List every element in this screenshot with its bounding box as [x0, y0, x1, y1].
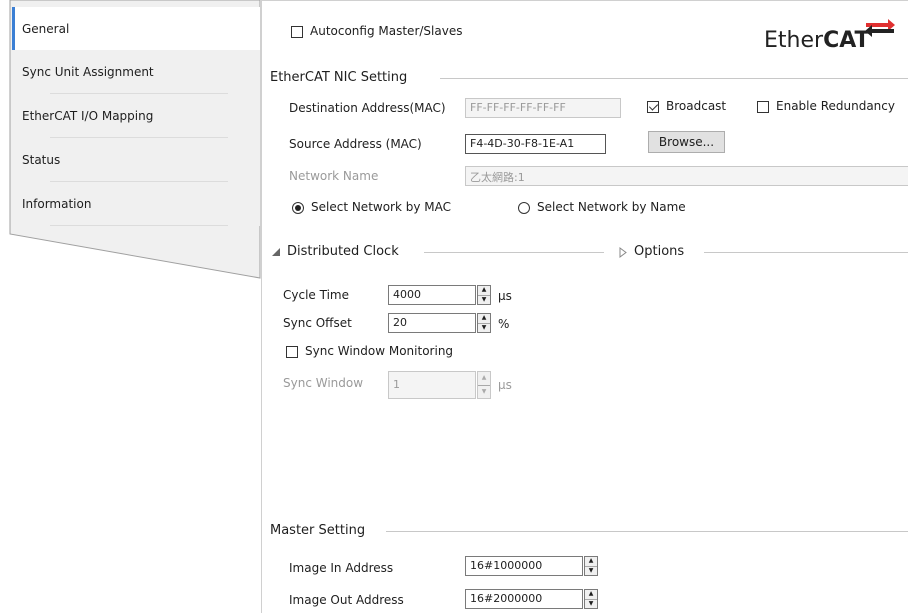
network-name-label: Network Name — [289, 169, 379, 183]
spin-up-icon[interactable]: ▲ — [585, 590, 597, 599]
logo-text-bold: CAT — [823, 28, 870, 53]
sync-offset-label: Sync Offset — [283, 316, 352, 330]
destination-address-label: Destination Address(MAC) — [289, 101, 446, 115]
tab-information[interactable]: Information — [12, 182, 260, 226]
tab-general-label: General — [22, 22, 70, 36]
dc-section-rule — [424, 252, 604, 253]
cycle-time-input[interactable]: 4000 — [388, 285, 476, 305]
tab-panel: General Sync Unit Assignment EtherCAT I/… — [0, 0, 261, 279]
source-address-field[interactable]: F4-4D-30-F8-1E-A1 — [465, 134, 606, 154]
spin-up-icon[interactable]: ▲ — [585, 557, 597, 566]
tab-status[interactable]: Status — [12, 138, 260, 182]
master-section-rule — [386, 531, 908, 532]
autoconfig-checkbox[interactable] — [291, 26, 303, 38]
network-name-field[interactable]: 乙太網路:1 — [465, 166, 908, 186]
enable-redundancy-label: Enable Redundancy — [776, 99, 895, 113]
tab-divider — [50, 225, 228, 226]
cycle-time-spinner[interactable]: ▲ ▼ — [477, 285, 491, 305]
master-section-title: Master Setting — [270, 523, 366, 538]
spin-down-icon[interactable]: ▼ — [478, 384, 490, 399]
sync-offset-input[interactable]: 20 — [388, 313, 476, 333]
sync-window-monitoring-label: Sync Window Monitoring — [305, 344, 454, 358]
sync-window-spinner[interactable]: ▲ ▼ — [477, 371, 491, 399]
image-in-address-spinner[interactable]: ▲ ▼ — [584, 556, 598, 576]
ethercat-logo: EtherCAT — [764, 28, 870, 53]
image-in-address-input[interactable]: 16#1000000 — [465, 556, 583, 576]
nic-section-rule — [440, 78, 908, 79]
content-border — [261, 0, 262, 613]
tab-ethercat-io-mapping-label: EtherCAT I/O Mapping — [22, 109, 154, 123]
select-by-mac-radio[interactable] — [292, 202, 304, 214]
spin-up-icon[interactable]: ▲ — [478, 372, 490, 385]
spin-up-icon[interactable]: ▲ — [478, 286, 490, 295]
sync-window-label: Sync Window — [283, 376, 364, 390]
source-address-label: Source Address (MAC) — [289, 137, 422, 151]
options-rule — [704, 252, 908, 253]
dc-section-title: Distributed Clock — [287, 244, 399, 259]
logo-text-light: Ether — [764, 28, 824, 53]
content-top-border — [262, 0, 908, 1]
ethercat-arrows-icon — [865, 19, 895, 37]
browse-button[interactable]: Browse... — [648, 131, 725, 153]
enable-redundancy-checkbox[interactable] — [757, 101, 769, 113]
tab-sync-unit-assignment[interactable]: Sync Unit Assignment — [12, 50, 260, 94]
image-out-address-label: Image Out Address — [289, 593, 404, 607]
tab-ethercat-io-mapping[interactable]: EtherCAT I/O Mapping — [12, 94, 260, 138]
nic-section-title: EtherCAT NIC Setting — [270, 70, 408, 85]
select-by-mac-label: Select Network by MAC — [311, 200, 452, 214]
cycle-time-unit: µs — [498, 289, 512, 303]
image-in-address-label: Image In Address — [289, 561, 394, 575]
select-by-name-radio[interactable] — [518, 202, 530, 214]
options-label[interactable]: Options — [634, 244, 684, 259]
collapse-triangle-icon[interactable] — [272, 248, 281, 257]
spin-down-icon[interactable]: ▼ — [585, 565, 597, 576]
tab-status-label: Status — [22, 153, 61, 167]
spin-down-icon[interactable]: ▼ — [585, 598, 597, 609]
sync-offset-unit: % — [498, 317, 510, 331]
sync-window-monitoring-checkbox[interactable] — [286, 346, 298, 358]
broadcast-label: Broadcast — [666, 99, 727, 113]
sync-offset-spinner[interactable]: ▲ ▼ — [477, 313, 491, 333]
select-by-name-label: Select Network by Name — [537, 200, 686, 214]
autoconfig-label: Autoconfig Master/Slaves — [310, 24, 463, 38]
tab-general[interactable]: General — [12, 7, 260, 51]
cycle-time-label: Cycle Time — [283, 288, 349, 302]
destination-address-field[interactable]: FF-FF-FF-FF-FF-FF — [465, 98, 621, 118]
tab-sync-unit-assignment-label: Sync Unit Assignment — [22, 65, 154, 79]
image-out-address-input[interactable]: 16#2000000 — [465, 589, 583, 609]
sync-window-input[interactable]: 1 — [388, 371, 476, 399]
image-out-address-spinner[interactable]: ▲ ▼ — [584, 589, 598, 609]
spin-down-icon[interactable]: ▼ — [478, 322, 490, 333]
tab-information-label: Information — [22, 197, 92, 211]
broadcast-checkbox[interactable] — [647, 101, 659, 113]
spin-down-icon[interactable]: ▼ — [478, 294, 490, 305]
expand-triangle-icon[interactable] — [619, 247, 627, 258]
spin-up-icon[interactable]: ▲ — [478, 314, 490, 323]
sync-window-unit: µs — [498, 378, 512, 392]
